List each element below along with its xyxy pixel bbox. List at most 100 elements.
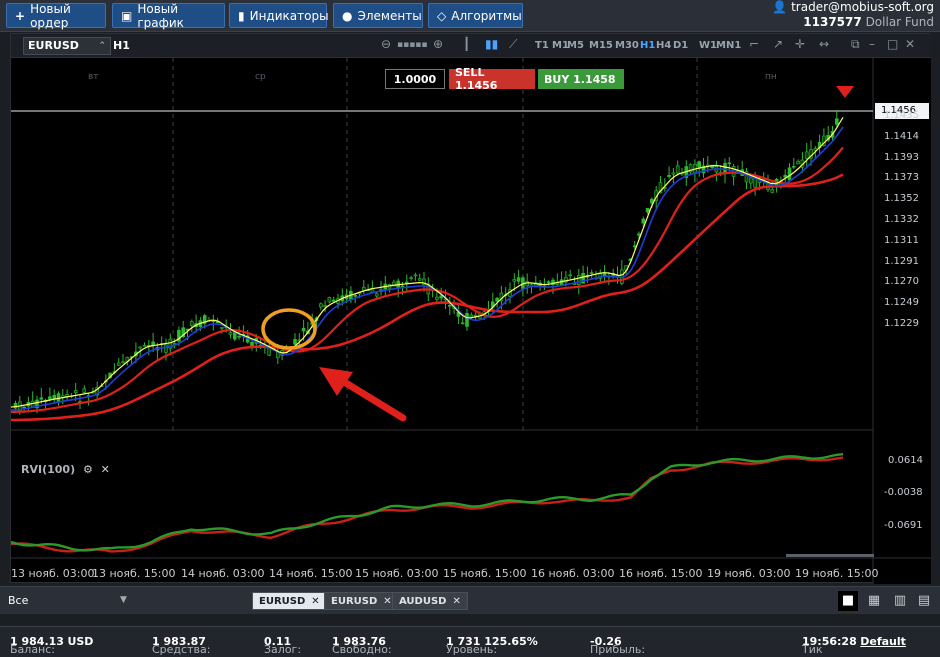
timeframe-m30[interactable]: M30: [615, 40, 639, 51]
indicators-button[interactable]: ▮ Индикаторы: [229, 3, 329, 28]
new-chart-button[interactable]: ▣ Новый график: [112, 2, 225, 30]
rvi-main-line: [11, 453, 844, 552]
algorithms-button[interactable]: ◇ Алгоритмы: [428, 3, 523, 28]
chart-plot[interactable]: 1.1456 RVI(100) ⚙ ✕ 1.1435 1.1414 1.1393 1.…: [11, 58, 931, 584]
candle-body: [641, 218, 646, 224]
new-order-button[interactable]: + Новый ордер: [6, 1, 106, 30]
buy-button[interactable]: BUY 1.1458: [538, 69, 624, 89]
balance-currency: USD: [67, 635, 94, 648]
chart-tab[interactable]: EURUSD ✕: [252, 592, 327, 610]
level-label: Уровень:: [446, 643, 498, 656]
indicator-axis-label: -0.0691: [884, 520, 923, 531]
candle-body: [796, 161, 800, 165]
time-axis-label: 14 нояб. 15:00: [269, 567, 353, 580]
formula-icon[interactable]: ⌐: [749, 37, 759, 51]
time-axis-label: 19 нояб. 03:00: [707, 567, 791, 580]
candle-body: [447, 304, 452, 307]
filter-select[interactable]: Все: [8, 594, 28, 607]
price-axis-label: 1.1373: [884, 172, 919, 184]
gear-icon[interactable]: ⚙: [83, 463, 93, 476]
candle-body: [331, 299, 336, 302]
elements-button[interactable]: ● Элементы: [333, 3, 423, 28]
layout-rows-button[interactable]: ▤: [914, 591, 934, 611]
sell-button[interactable]: SELL 1.1456: [449, 66, 535, 92]
tick-label: Тик: [802, 643, 823, 656]
close-indicator-icon[interactable]: ✕: [101, 463, 110, 476]
chart-tab[interactable]: EURUSD ✕: [324, 592, 399, 610]
minimize-icon[interactable]: –: [869, 37, 875, 51]
profit-label: Прибыль:: [590, 643, 646, 656]
timeframe-h1[interactable]: H1: [640, 40, 655, 51]
chart-tab[interactable]: AUDUSD ✕: [392, 592, 468, 610]
zoom-slider[interactable]: ▪▪▪▪▪: [397, 40, 428, 50]
timeframe-w1[interactable]: W1: [699, 40, 717, 51]
zoom-out-icon[interactable]: ⊖: [381, 37, 391, 51]
bar-type-icon[interactable]: ┃: [463, 37, 470, 51]
account-info[interactable]: 👤 trader@mobius-soft.org 1137577 Dollar …: [772, 0, 934, 30]
bottom-bar: Все ▼ EURUSD ✕ EURUSD ✕ AUDUSD ✕ ■ ▦ ▥ ▤: [0, 586, 940, 614]
ma-fast-line: [11, 116, 844, 408]
candle-body: [138, 346, 142, 349]
candle-body: [727, 162, 732, 165]
day-label: ср: [255, 72, 266, 82]
candle-body: [804, 151, 809, 159]
day-label: вт: [88, 72, 99, 82]
price-axis-label: 1.1270: [884, 276, 919, 288]
chart-tab-label: EURUSD: [259, 595, 306, 607]
expand-horizontal-icon[interactable]: ↔: [819, 37, 829, 51]
time-axis-label: 13 нояб. 15:00: [92, 567, 176, 580]
plus-icon: +: [15, 8, 26, 23]
layout-columns-button[interactable]: ▥: [890, 591, 910, 611]
price-axis-label: 1.1229: [884, 318, 919, 329]
candle-body: [48, 396, 52, 400]
candle-body: [417, 278, 422, 281]
candle-body: [675, 165, 680, 174]
time-axis-label: 13 нояб. 03:00: [11, 567, 95, 580]
margin-label: Залог:: [264, 643, 302, 656]
elements-icon: ●: [342, 8, 353, 23]
crosshair-icon[interactable]: ✛: [795, 37, 805, 51]
account-email: trader@mobius-soft.org: [791, 0, 934, 14]
candle-body: [516, 277, 521, 282]
candle-body: [495, 297, 499, 302]
timeframe-d1[interactable]: D1: [673, 40, 688, 51]
candle-body: [353, 295, 358, 297]
timeframe-m15[interactable]: M15: [589, 40, 613, 51]
timeframe-t1[interactable]: T1: [535, 40, 549, 51]
timeframe-mn1[interactable]: MN1: [716, 40, 741, 51]
timeframe-h4[interactable]: H4: [656, 40, 671, 51]
time-axis-label: 16 нояб. 03:00: [531, 567, 615, 580]
line-chart-icon[interactable]: ⟋: [509, 37, 517, 52]
indicators-label: Индикаторы: [249, 8, 329, 23]
candlestick-icon[interactable]: ▮▮: [485, 37, 498, 51]
account-number: 1137577: [803, 15, 862, 29]
close-tab-icon[interactable]: ✕: [383, 596, 391, 607]
close-tab-icon[interactable]: ✕: [311, 596, 319, 607]
tick-source[interactable]: Default: [860, 635, 906, 648]
balance-label: Баланс:: [10, 643, 56, 656]
chevron-down-icon[interactable]: ▼: [120, 595, 127, 605]
close-icon[interactable]: ✕: [905, 37, 915, 51]
layout-grid-button[interactable]: ▦: [864, 591, 884, 611]
candle-body: [671, 172, 676, 175]
candle-body: [568, 274, 573, 277]
layout-single-button[interactable]: ■: [838, 591, 858, 611]
symbol-select[interactable]: EURUSD ⌃: [23, 37, 111, 55]
candle-body: [190, 321, 194, 326]
trendline-icon[interactable]: ↗: [773, 37, 783, 51]
highlight-circle: [261, 308, 317, 350]
chart-tab-label: AUDUSD: [399, 595, 447, 607]
timeframe-m5[interactable]: M5: [567, 40, 584, 51]
candle-body: [220, 327, 224, 329]
popout-icon[interactable]: ⧉: [851, 37, 860, 52]
new-order-label: Новый ордер: [30, 1, 71, 30]
candle-body: [65, 394, 69, 397]
chevron-down-icon: ⌃: [98, 41, 106, 51]
maximize-icon[interactable]: □: [887, 37, 898, 51]
candle-body: [834, 118, 839, 125]
close-tab-icon[interactable]: ✕: [452, 596, 460, 607]
quantity-field[interactable]: 1.0000: [385, 69, 445, 89]
top-toolbar: + Новый ордер ▣ Новый график ▮ Индикатор…: [0, 0, 940, 32]
zoom-in-icon[interactable]: ⊕: [433, 37, 443, 51]
candle-body: [435, 296, 439, 300]
